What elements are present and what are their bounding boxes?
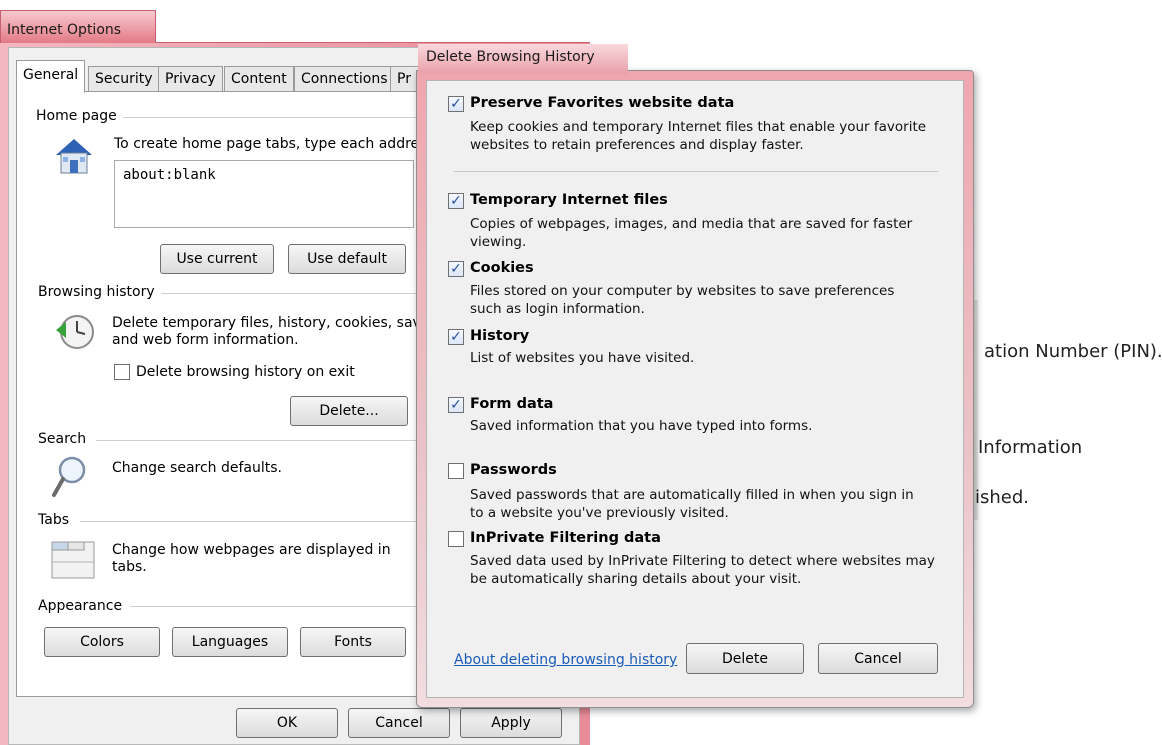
background-text-line2: Information bbox=[978, 437, 1083, 458]
colors-button[interactable]: Colors bbox=[44, 627, 160, 657]
languages-button[interactable]: Languages bbox=[172, 627, 288, 657]
search-divider bbox=[96, 440, 420, 441]
temporary-internet-files-title[interactable]: Temporary Internet files bbox=[470, 192, 668, 208]
cookies-desc-line2: such as login information. bbox=[470, 301, 645, 317]
background-text-line1: ation Number (PIN). bbox=[984, 341, 1162, 362]
browsing-history-text-line1: Delete temporary files, history, cookies… bbox=[112, 315, 430, 331]
form-data-title[interactable]: Form data bbox=[470, 396, 553, 412]
browsing-history-divider bbox=[150, 293, 420, 294]
form-data-checkbox[interactable]: ✓ bbox=[448, 397, 464, 413]
home-page-label: Home page bbox=[36, 108, 123, 124]
delete-history-on-exit-checkbox[interactable] bbox=[114, 364, 130, 380]
inprivate-filtering-desc-line2: be automatically sharing details about y… bbox=[470, 571, 802, 587]
fonts-button[interactable]: Fonts bbox=[300, 627, 406, 657]
home-icon bbox=[56, 139, 92, 174]
temporary-internet-files-checkbox[interactable]: ✓ bbox=[448, 193, 464, 209]
preserve-favorites-desc-line2: websites to retain preferences and displ… bbox=[470, 137, 804, 153]
preserve-favorites-title[interactable]: Preserve Favorites website data bbox=[470, 95, 734, 111]
appearance-label: Appearance bbox=[38, 598, 129, 614]
inprivate-filtering-title[interactable]: InPrivate Filtering data bbox=[470, 530, 661, 546]
tabs-icon bbox=[51, 541, 95, 579]
temporary-internet-files-desc-line1: Copies of webpages, images, and media th… bbox=[470, 216, 913, 232]
tabs-group-label: Tabs bbox=[38, 512, 75, 528]
search-icon bbox=[52, 456, 86, 497]
history-desc-line1: List of websites you have visited. bbox=[470, 350, 695, 366]
background-text-line3: ished. bbox=[975, 487, 1030, 508]
appearance-divider bbox=[130, 606, 420, 607]
apply-button[interactable]: Apply bbox=[460, 708, 562, 738]
inprivate-filtering-checkbox[interactable] bbox=[448, 531, 464, 547]
history-clock-icon bbox=[56, 315, 94, 349]
tab-connections[interactable]: Connections bbox=[294, 66, 395, 92]
dialog-delete-button[interactable]: Delete bbox=[686, 643, 804, 674]
tab-security[interactable]: Security bbox=[88, 66, 160, 92]
cookies-desc-line1: Files stored on your computer by website… bbox=[470, 283, 895, 299]
about-deleting-history-link[interactable]: About deleting browsing history bbox=[454, 652, 677, 668]
delete-browsing-history-title[interactable]: Delete Browsing History bbox=[418, 44, 628, 74]
home-page-instructions: To create home page tabs, type each addr… bbox=[114, 136, 427, 152]
home-page-input[interactable]: about:blank bbox=[114, 160, 414, 228]
history-checkbox[interactable]: ✓ bbox=[448, 329, 464, 345]
tab-privacy[interactable]: Privacy bbox=[158, 66, 223, 92]
passwords-checkbox[interactable] bbox=[448, 463, 464, 479]
internet-options-title[interactable]: Internet Options bbox=[0, 10, 156, 43]
search-group-label: Search bbox=[38, 431, 93, 447]
preserve-favorites-desc-line1: Keep cookies and temporary Internet file… bbox=[470, 119, 927, 135]
ok-button[interactable]: OK bbox=[236, 708, 338, 738]
passwords-title[interactable]: Passwords bbox=[470, 462, 557, 478]
browsing-history-text-line2: and web form information. bbox=[112, 332, 299, 348]
history-title[interactable]: History bbox=[470, 328, 529, 344]
use-default-button[interactable]: Use default bbox=[288, 244, 406, 274]
inprivate-filtering-desc-line1: Saved data used by InPrivate Filtering t… bbox=[470, 553, 935, 569]
dialog-separator bbox=[454, 171, 938, 172]
home-page-divider bbox=[120, 117, 420, 118]
tabs-text-line1: Change how webpages are displayed in bbox=[112, 542, 391, 558]
passwords-desc-line1: Saved passwords that are automatically f… bbox=[470, 487, 914, 503]
cookies-title[interactable]: Cookies bbox=[470, 260, 534, 276]
cookies-checkbox[interactable]: ✓ bbox=[448, 261, 464, 277]
search-text: Change search defaults. bbox=[112, 460, 283, 476]
delete-history-button[interactable]: Delete... bbox=[290, 396, 408, 426]
delete-browsing-history-body bbox=[426, 80, 964, 698]
passwords-desc-line2: to a website you've previously visited. bbox=[470, 505, 729, 521]
tab-content[interactable]: Content bbox=[224, 66, 294, 92]
browsing-history-label: Browsing history bbox=[38, 284, 161, 300]
tab-general[interactable]: General bbox=[16, 60, 86, 93]
dialog-cancel-button[interactable]: Cancel bbox=[818, 643, 938, 674]
preserve-favorites-checkbox[interactable]: ✓ bbox=[448, 96, 464, 112]
delete-history-on-exit-label[interactable]: Delete browsing history on exit bbox=[136, 364, 355, 381]
temporary-internet-files-desc-line2: viewing. bbox=[470, 234, 527, 250]
use-current-button[interactable]: Use current bbox=[160, 244, 274, 274]
form-data-desc-line1: Saved information that you have typed in… bbox=[470, 418, 813, 434]
cancel-button[interactable]: Cancel bbox=[348, 708, 450, 738]
tabs-text-line2: tabs. bbox=[112, 559, 147, 575]
tabs-divider bbox=[80, 521, 420, 522]
